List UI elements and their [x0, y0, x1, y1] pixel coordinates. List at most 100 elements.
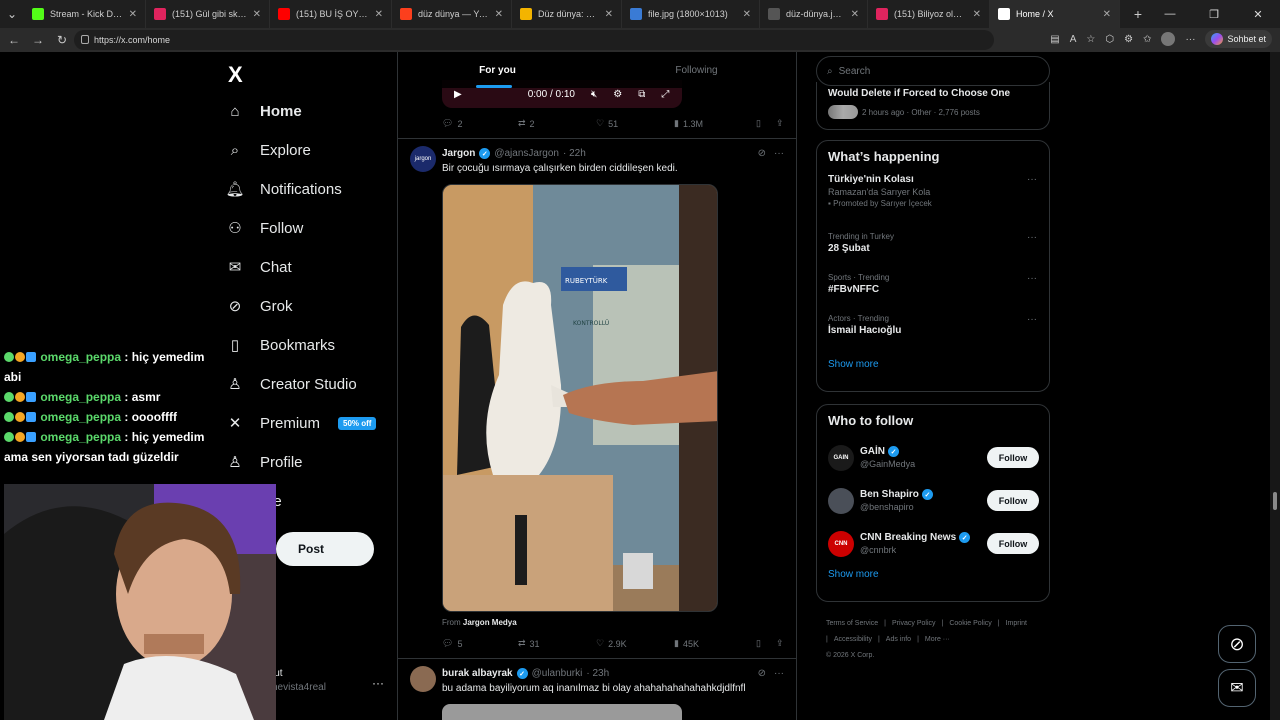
- trend-more-icon[interactable]: ···: [1027, 232, 1037, 243]
- trend-more-icon[interactable]: ···: [1027, 273, 1037, 284]
- browser-tab[interactable]: Stream - Kick Dashb ✕: [24, 0, 146, 28]
- scrollbar-thumb[interactable]: [1273, 492, 1277, 510]
- translate-icon[interactable]: A: [1070, 34, 1077, 45]
- source-name[interactable]: Jargon Medya: [463, 618, 517, 627]
- site-info-icon[interactable]: [81, 35, 89, 44]
- fullscreen-icon[interactable]: ⤢: [661, 89, 669, 100]
- repost-button[interactable]: ⇄ 2: [518, 118, 596, 129]
- page-scrollbar[interactable]: [1270, 52, 1280, 720]
- browser-tab[interactable]: file.jpg (1800×1013) ✕: [622, 0, 760, 28]
- url-field[interactable]: https://x.com/home: [74, 30, 994, 50]
- settings-icon[interactable]: ⚙: [613, 89, 622, 100]
- follow-button[interactable]: Follow: [987, 447, 1039, 468]
- show-more-trends[interactable]: Show more: [817, 359, 1049, 370]
- footer-link[interactable]: Privacy Policy: [892, 620, 936, 627]
- follow-button[interactable]: Follow: [987, 533, 1039, 554]
- more-menu-icon[interactable]: ···: [1185, 34, 1195, 45]
- share-icon[interactable]: ⇪: [776, 118, 784, 129]
- avatar[interactable]: CNN: [828, 530, 854, 557]
- browser-tab[interactable]: (151) Biliyoz olum. - You ✕: [868, 0, 990, 28]
- favorite-star-icon[interactable]: ☆: [1086, 34, 1095, 45]
- footer-link[interactable]: Accessibility: [834, 636, 872, 643]
- trend-item[interactable]: Sports · Trending #FBvNFFC ···: [817, 273, 1049, 314]
- footer-link[interactable]: Imprint: [1006, 620, 1027, 627]
- tweet-video[interactable]: RUBEYTÜRK KONTROLLÜ: [442, 184, 718, 612]
- footer-link[interactable]: © 2026 X Corp.: [826, 652, 874, 659]
- avatar[interactable]: GAIN: [828, 444, 854, 471]
- trend-item[interactable]: Türkiye'nin Kolası Ramazan'da Sarıyer Kol…: [817, 174, 1049, 232]
- tweet-author-name[interactable]: Jargon: [442, 148, 475, 159]
- tweet-time[interactable]: · 22h: [563, 148, 586, 159]
- post-button[interactable]: Post: [276, 532, 374, 566]
- footer-link[interactable]: Ads info: [886, 636, 911, 643]
- tab-for-you[interactable]: For you: [398, 52, 597, 88]
- nav-item-chat[interactable]: ✉ Chat: [224, 252, 292, 282]
- nav-item-profile[interactable]: ♙ Profile: [224, 447, 302, 477]
- browser-tab[interactable]: Düz dünya: Görselleri gö ✕: [512, 0, 622, 28]
- close-tab-icon[interactable]: ✕: [129, 9, 137, 20]
- nav-item-creator-studio[interactable]: ♙ Creator Studio: [224, 369, 356, 399]
- new-tab-plus-icon[interactable]: +: [1126, 2, 1150, 26]
- collections-icon[interactable]: ⚙: [1124, 34, 1133, 45]
- play-icon[interactable]: ▶: [454, 89, 462, 100]
- nav-item-bookmarks[interactable]: ▯ Bookmarks: [224, 330, 335, 360]
- share-icon[interactable]: ⇪: [776, 638, 784, 649]
- chat-username[interactable]: omega_peppa: [40, 390, 121, 404]
- extensions-icon[interactable]: ⬡: [1105, 34, 1114, 45]
- nav-item-notifications[interactable]: 🔔︎ Notifications: [224, 174, 341, 204]
- bookmark-icon[interactable]: ▯: [756, 118, 776, 129]
- like-button[interactable]: ♡ 2.9K: [596, 638, 674, 649]
- x-logo[interactable]: X: [228, 62, 243, 88]
- close-tab-icon[interactable]: ✕: [375, 9, 383, 20]
- follow-suggestion[interactable]: CNN CNN Breaking News ✓ @cnnbrk Follow: [817, 522, 1049, 565]
- tweet-handle[interactable]: @ulanburki: [532, 668, 583, 679]
- account-switcher[interactable]: lut nevista4real: [272, 668, 326, 693]
- tab-following[interactable]: Following: [597, 52, 796, 88]
- back-arrow-icon[interactable]: ←: [2, 28, 26, 52]
- more-options-icon[interactable]: ···: [774, 668, 784, 679]
- tweet-handle[interactable]: @ajansJargon: [494, 148, 559, 159]
- nav-item-home[interactable]: ⌂ Home: [224, 96, 301, 126]
- grok-icon[interactable]: ⊘: [758, 148, 766, 159]
- close-tab-icon[interactable]: ✕: [253, 9, 261, 20]
- pip-icon[interactable]: ⧉: [638, 89, 645, 100]
- forward-arrow-icon[interactable]: →: [26, 28, 50, 52]
- browser-tab[interactable]: düz-dünya.jpg (416×416 ✕: [760, 0, 868, 28]
- browser-tab[interactable]: (151) BU İŞ OYUN OYNA ✕: [270, 0, 392, 28]
- avatar[interactable]: jargon: [410, 146, 436, 172]
- account-more-icon[interactable]: ···: [372, 676, 384, 690]
- bookmark-icon[interactable]: ▯: [756, 638, 776, 649]
- footer-link[interactable]: More ···: [925, 636, 950, 643]
- nav-item-grok[interactable]: ⊘ Grok: [224, 291, 293, 321]
- tweet-author-name[interactable]: burak albayrak: [442, 668, 513, 679]
- reply-button[interactable]: 💬︎ 2: [442, 118, 518, 129]
- tab-list-chevron-icon[interactable]: ⌄: [0, 2, 24, 26]
- follow-suggestion[interactable]: GAIN GAİN ✓ @GainMedya Follow: [817, 436, 1049, 479]
- avatar[interactable]: [828, 487, 854, 514]
- chat-username[interactable]: omega_peppa: [40, 410, 121, 424]
- copilot-button[interactable]: Sohbet et: [1205, 30, 1272, 48]
- reader-mode-icon[interactable]: ▤: [1050, 34, 1059, 45]
- tweet-media[interactable]: [442, 704, 682, 720]
- close-tab-icon[interactable]: ✕: [495, 9, 503, 20]
- browser-tab[interactable]: (151) Gül gibi skişir gide ✕: [146, 0, 270, 28]
- mute-icon[interactable]: 🔇︎: [591, 89, 597, 100]
- browser-tab[interactable]: Home / X ✕: [990, 0, 1120, 28]
- chat-username[interactable]: omega_peppa: [40, 350, 121, 364]
- favorites-icon[interactable]: ✩: [1143, 34, 1151, 45]
- close-tab-icon[interactable]: ✕: [743, 9, 751, 20]
- views-button[interactable]: ▮ 45K: [674, 638, 756, 649]
- profile-avatar-icon[interactable]: [1161, 32, 1176, 46]
- browser-tab[interactable]: düz dünya — Yandex: 21 ✕: [392, 0, 512, 28]
- grok-icon[interactable]: ⊘: [758, 668, 766, 679]
- reply-button[interactable]: 💬︎ 5: [442, 638, 518, 649]
- trend-more-icon[interactable]: ···: [1027, 174, 1037, 185]
- minimize-icon[interactable]: —: [1148, 0, 1192, 28]
- messages-fab[interactable]: ✉: [1218, 669, 1256, 707]
- close-window-icon[interactable]: ✕: [1236, 0, 1280, 28]
- nav-item-premium[interactable]: ✕ Premium 50% off: [224, 408, 377, 438]
- footer-link[interactable]: Terms of Service: [826, 620, 878, 627]
- maximize-icon[interactable]: ❐: [1192, 0, 1236, 28]
- trend-more-icon[interactable]: ···: [1027, 314, 1037, 325]
- avatar[interactable]: [410, 666, 436, 692]
